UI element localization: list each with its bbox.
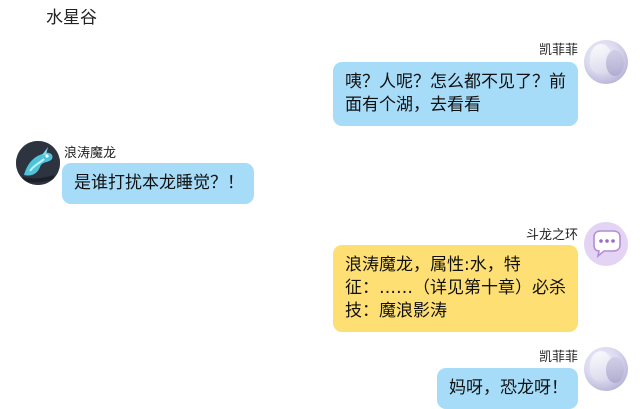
sender-name: 浪涛魔龙 [64,146,117,161]
message-bubble: 是谁打扰本龙睡觉？！ [62,163,254,204]
message-bubble: 妈呀，恐龙呀！ [437,368,578,409]
chat-title: 水星谷 [46,8,97,28]
message-bubble: 咦？人呢？怎么都不见了？前面有个湖，去看看 [333,62,578,126]
sender-name: 凯菲菲 [538,43,578,58]
sender-name: 斗龙之环 [525,228,578,243]
dragon-icon [16,141,60,185]
chat-bubble-avatar-icon[interactable] [584,222,628,266]
dragon-avatar-icon[interactable] [16,141,60,185]
fairy-avatar-icon[interactable] [584,40,628,84]
chat-bubble-icon [593,230,621,259]
message-bubble: 浪涛魔龙，属性:水，特征：……（详见第十章）必杀技：魔浪影涛 [333,245,578,332]
fairy-avatar-icon[interactable] [584,347,628,391]
sender-name: 凯菲菲 [538,350,578,365]
